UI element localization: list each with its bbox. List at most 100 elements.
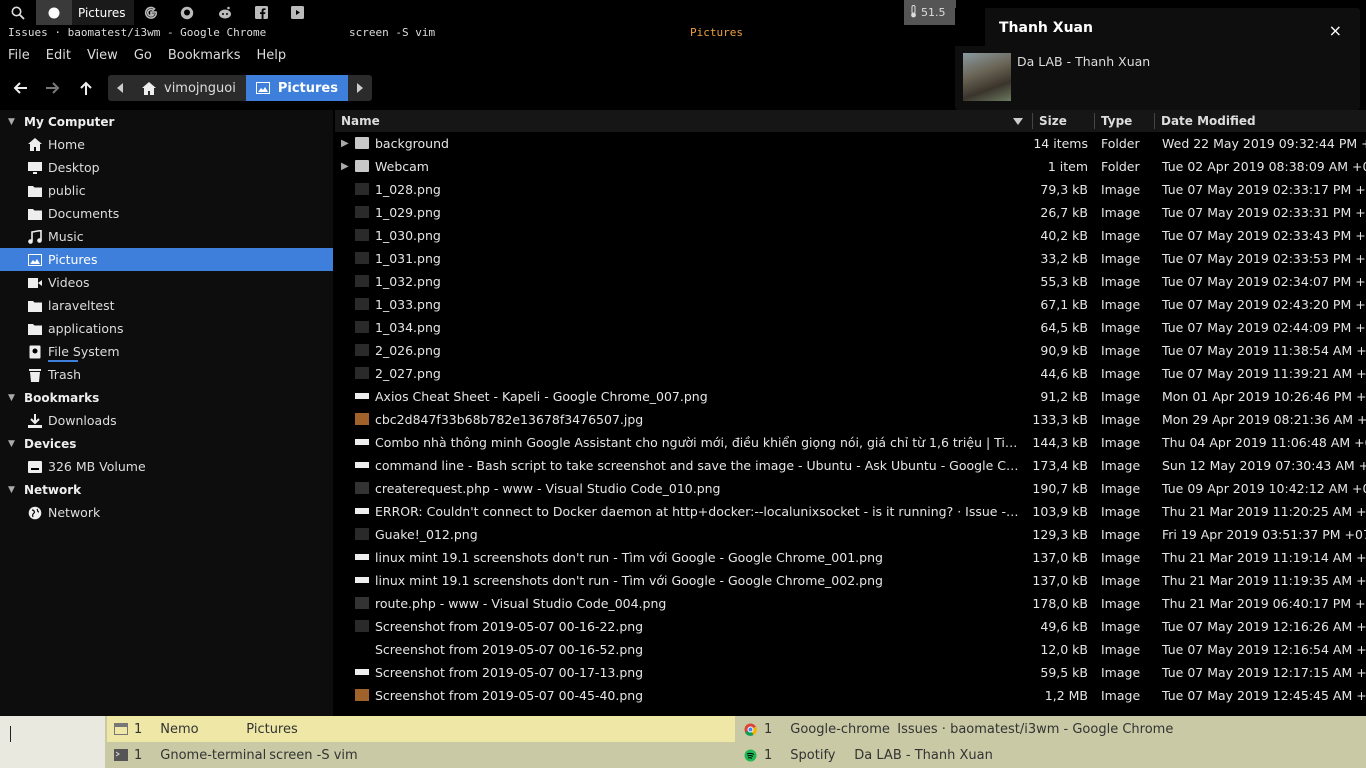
- menu-go[interactable]: Go: [126, 44, 160, 68]
- section-label: Bookmarks: [24, 390, 100, 405]
- temperature-indicator: 51.5: [904, 0, 956, 25]
- file-row[interactable]: Combo nhà thông minh Google Assistant ch…: [335, 431, 1366, 454]
- image-thumbnail-icon: [355, 482, 369, 494]
- sidebar-section-bookmarks[interactable]: ▼ Bookmarks: [0, 386, 333, 409]
- file-row[interactable]: 1_031.png 33,2 kB Image Tue 07 May 2019 02:…: [335, 247, 1366, 270]
- file-row[interactable]: cbc2d847f33b68b782e13678f3476507.jpg 133,…: [335, 408, 1366, 431]
- file-row[interactable]: 1_034.png 64,5 kB Image Tue 07 May 2019 02:…: [335, 316, 1366, 339]
- file-row[interactable]: 2_027.png 44,6 kB Image Tue 07 May 2019 11:…: [335, 362, 1366, 385]
- menu-view[interactable]: View: [79, 44, 126, 68]
- breadcrumb-right-button[interactable]: [348, 75, 372, 101]
- file-row[interactable]: createrequest.php - www - Visual Studio …: [335, 477, 1366, 500]
- panel-active-window-title[interactable]: Pictures: [72, 0, 134, 25]
- file-size: 26,7 kB: [1040, 205, 1088, 220]
- file-row[interactable]: Screenshot from 2019-05-07 00-17-13.png 5…: [335, 661, 1366, 684]
- sidebar-item-public[interactable]: public: [0, 179, 333, 202]
- window-title-terminal[interactable]: screen -S vim: [349, 26, 435, 39]
- file-row[interactable]: 1_029.png 26,7 kB Image Tue 07 May 2019 02:…: [335, 201, 1366, 224]
- sort-descending-icon[interactable]: [1013, 115, 1023, 129]
- search-icon[interactable]: [0, 0, 36, 25]
- breadcrumb-home[interactable]: vimojnguoi: [132, 75, 246, 101]
- file-row[interactable]: Screenshot from 2019-05-07 00-45-40.png 1…: [335, 684, 1366, 707]
- sidebar-item-music[interactable]: Music: [0, 225, 333, 248]
- file-row[interactable]: ERROR: Couldn't connect to Docker daemon…: [335, 500, 1366, 523]
- sidebar-item-documents[interactable]: Documents: [0, 202, 333, 225]
- expander-icon[interactable]: ▶: [341, 161, 349, 172]
- file-row[interactable]: linux mint 19.1 screenshots don't run - …: [335, 569, 1366, 592]
- menu-help[interactable]: Help: [248, 44, 294, 68]
- file-date: Tue 07 May 2019 02:43:20 PM +07: [1162, 297, 1366, 312]
- file-type: Image: [1101, 688, 1141, 703]
- image-thumbnail-icon: [355, 508, 369, 514]
- breadcrumb-left-button[interactable]: [108, 75, 132, 101]
- task-title: Da LAB - Thanh Xuan: [854, 747, 993, 763]
- folder-row[interactable]: ▶ background 14 items Folder Wed 22 May 2019…: [335, 132, 1366, 155]
- sidebar-item-laraveltest[interactable]: laraveltest: [0, 294, 333, 317]
- arrow-right-icon: [46, 82, 60, 94]
- window-title-active[interactable]: Pictures: [690, 26, 743, 39]
- google-icon[interactable]: [140, 0, 162, 25]
- sidebar-section-devices[interactable]: ▼ Devices: [0, 432, 333, 455]
- youtube-icon[interactable]: [286, 0, 308, 25]
- file-row[interactable]: 1_033.png 67,1 kB Image Tue 07 May 2019 02:…: [335, 293, 1366, 316]
- up-button[interactable]: [71, 74, 101, 102]
- sidebar-section-network[interactable]: ▼ Network: [0, 478, 333, 501]
- column-header-name[interactable]: Name: [341, 114, 380, 128]
- column-header-type[interactable]: Type: [1101, 114, 1132, 128]
- window-title-chrome[interactable]: Issues · baomatest/i3wm - Google Chrome: [8, 26, 266, 39]
- file-size: 103,9 kB: [1032, 504, 1088, 519]
- file-row[interactable]: command line - Bash script to take scree…: [335, 454, 1366, 477]
- sidebar-item-network[interactable]: Network: [0, 501, 333, 524]
- reddit-icon[interactable]: [214, 0, 236, 25]
- sidebar-item-trash[interactable]: Trash: [0, 363, 333, 386]
- file-type: Image: [1101, 366, 1141, 381]
- task-gnome-terminal[interactable]: 1 Gnome-terminal screen -S vim: [107, 742, 735, 768]
- expander-down-icon: ▼: [8, 392, 15, 403]
- file-type: Image: [1101, 320, 1141, 335]
- command-input[interactable]: [0, 716, 105, 768]
- folder-row[interactable]: ▶ Webcam 1 item Folder Tue 02 Apr 2019 08:38…: [335, 155, 1366, 178]
- file-row[interactable]: Screenshot from 2019-05-07 00-16-22.png 4…: [335, 615, 1366, 638]
- column-header-date[interactable]: Date Modified: [1161, 114, 1256, 128]
- back-button[interactable]: [5, 74, 35, 102]
- task-google-chrome[interactable]: 1 Google-chrome Issues · baomatest/i3wm …: [737, 716, 1366, 742]
- file-row[interactable]: Axios Cheat Sheet - Kapeli - Google Chro…: [335, 385, 1366, 408]
- file-name: createrequest.php - www - Visual Studio …: [375, 481, 721, 496]
- file-size: 44,6 kB: [1040, 366, 1088, 381]
- notification-popup[interactable]: Thanh Xuan × Da LAB - Thanh Xuan: [955, 8, 1360, 110]
- file-row[interactable]: linux mint 19.1 screenshots don't run - …: [335, 546, 1366, 569]
- forward-button[interactable]: [38, 74, 68, 102]
- sidebar-item-downloads[interactable]: Downloads: [0, 409, 333, 432]
- menu-bookmarks[interactable]: Bookmarks: [160, 44, 249, 68]
- sidebar-item-label: Pictures: [48, 252, 98, 267]
- sidebar-item-desktop[interactable]: Desktop: [0, 156, 333, 179]
- facebook-icon[interactable]: [250, 0, 272, 25]
- task-nemo[interactable]: 1 Nemo Pictures: [107, 716, 735, 742]
- file-row[interactable]: 1_030.png 40,2 kB Image Tue 07 May 2019 02:…: [335, 224, 1366, 247]
- file-row[interactable]: 2_026.png 90,9 kB Image Tue 07 May 2019 11:…: [335, 339, 1366, 362]
- sidebar-item-pictures[interactable]: Pictures: [0, 248, 333, 271]
- circle-icon[interactable]: [36, 0, 72, 25]
- file-type: Image: [1101, 389, 1141, 404]
- sidebar-item-home[interactable]: Home: [0, 133, 333, 156]
- column-header-size[interactable]: Size: [1039, 114, 1067, 128]
- file-row[interactable]: 1_028.png 79,3 kB Image Tue 07 May 2019 02:…: [335, 178, 1366, 201]
- file-row[interactable]: Guake!_012.png 129,3 kB Image Fri 19 Apr 20…: [335, 523, 1366, 546]
- file-row[interactable]: 1_032.png 55,3 kB Image Tue 07 May 2019 02:…: [335, 270, 1366, 293]
- github-icon[interactable]: [176, 0, 198, 25]
- menu-file[interactable]: File: [0, 44, 38, 68]
- sidebar-section-my-computer[interactable]: ▼ My Computer: [0, 110, 333, 133]
- sidebar-item-videos[interactable]: Videos: [0, 271, 333, 294]
- sidebar-item-volume[interactable]: 326 MB Volume: [0, 455, 333, 478]
- file-date: Tue 07 May 2019 12:16:54 AM +07: [1162, 642, 1366, 657]
- file-row[interactable]: route.php - www - Visual Studio Code_004…: [335, 592, 1366, 615]
- image-thumbnail-icon: [355, 597, 369, 609]
- expander-icon[interactable]: ▶: [341, 138, 349, 149]
- menu-edit[interactable]: Edit: [38, 44, 79, 68]
- close-icon[interactable]: ×: [1329, 21, 1342, 40]
- spotify-icon: [744, 749, 758, 762]
- sidebar-item-applications[interactable]: applications: [0, 317, 333, 340]
- task-spotify[interactable]: 1 Spotify Da LAB - Thanh Xuan: [737, 742, 1366, 768]
- breadcrumb-current[interactable]: Pictures: [245, 75, 348, 101]
- file-row[interactable]: Screenshot from 2019-05-07 00-16-52.png 1…: [335, 638, 1366, 661]
